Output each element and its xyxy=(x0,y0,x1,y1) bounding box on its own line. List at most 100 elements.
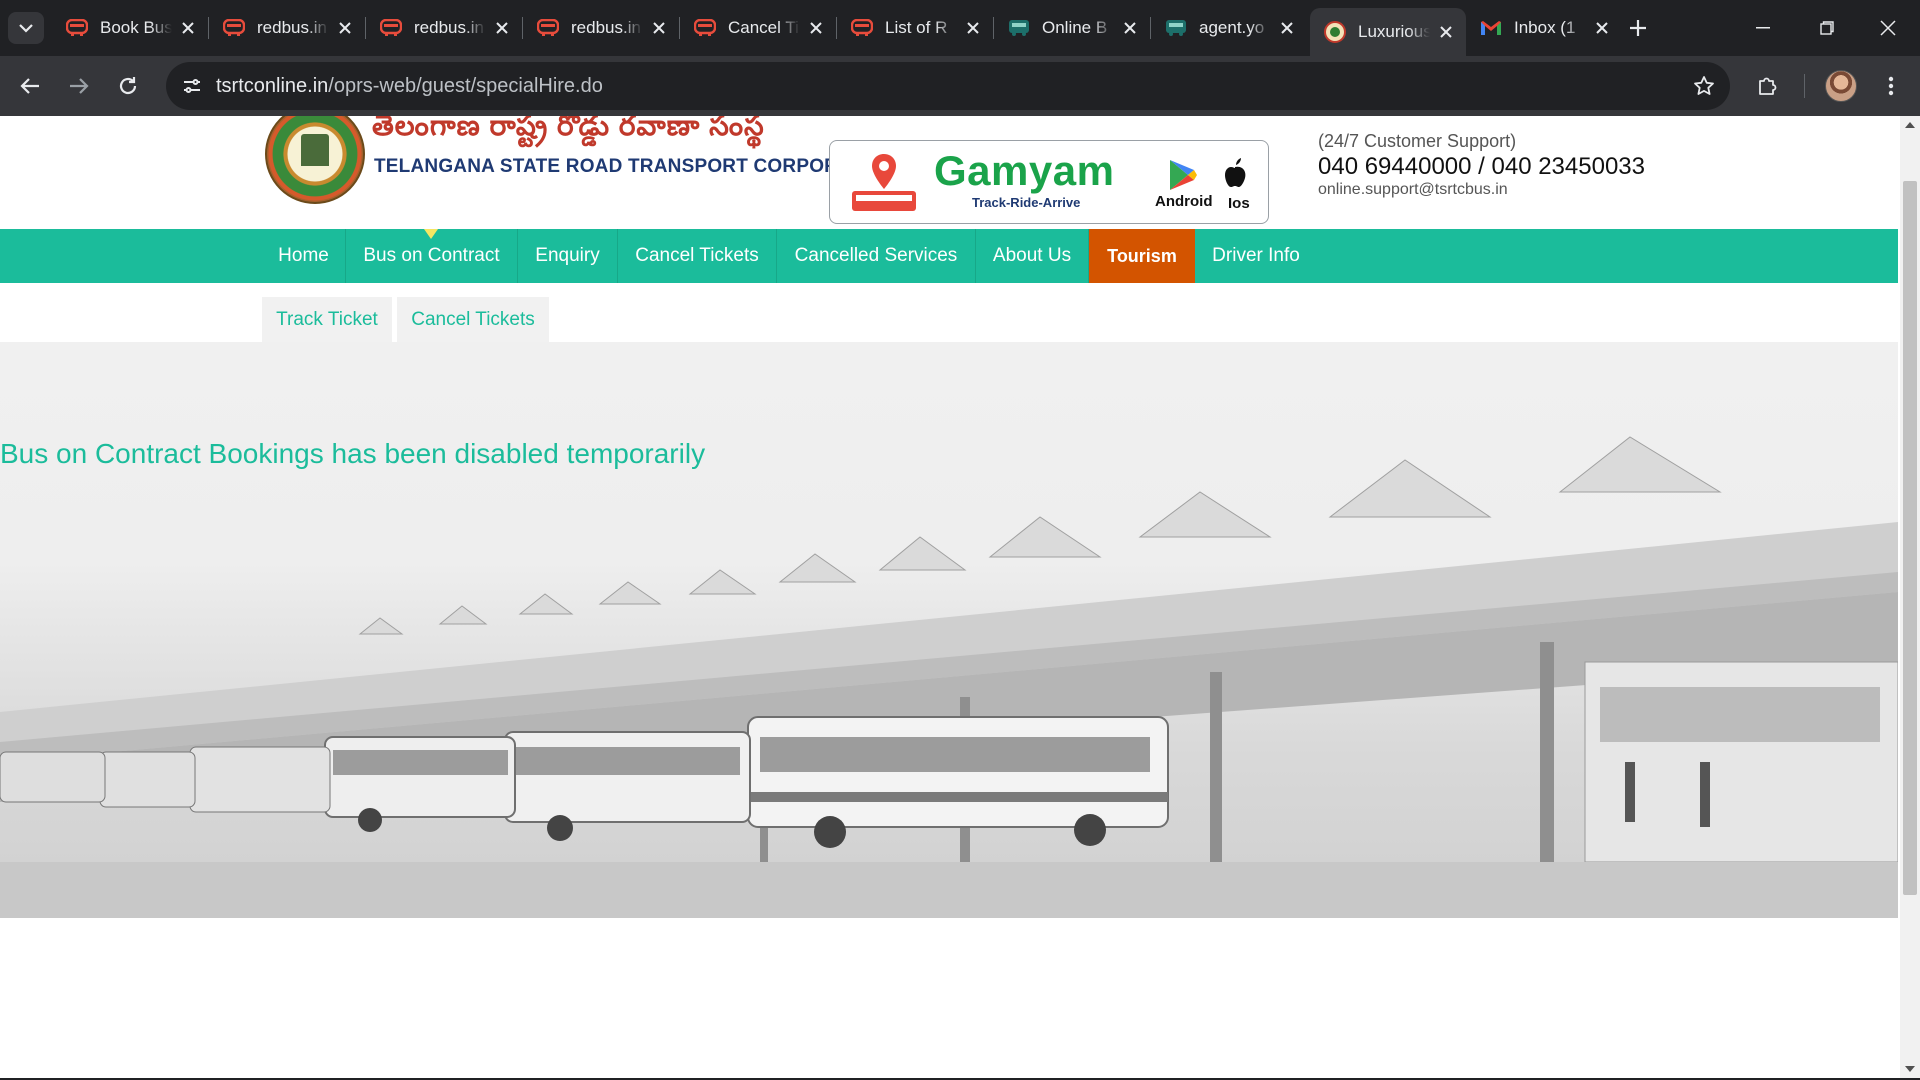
close-icon[interactable] xyxy=(649,18,669,38)
gamyam-app-banner[interactable]: Gamyam Track-Ride-Arrive Android Ios xyxy=(829,140,1269,224)
browser-tab-active[interactable]: Luxurious xyxy=(1310,8,1466,56)
nav-tourism[interactable]: Tourism xyxy=(1089,229,1195,283)
extensions-button[interactable] xyxy=(1748,66,1788,106)
close-icon[interactable] xyxy=(1277,18,1297,38)
scroll-down-arrow-icon[interactable] xyxy=(1900,1060,1920,1078)
support-phone: 040 69440000 / 040 23450033 xyxy=(1318,153,1645,180)
bus-icon xyxy=(1165,17,1187,39)
bookmark-button[interactable] xyxy=(1690,72,1718,100)
gamyam-tagline: Track-Ride-Arrive xyxy=(972,195,1081,210)
tune-icon xyxy=(184,79,200,93)
tab-title: agent.yo xyxy=(1199,18,1265,37)
redbus-icon xyxy=(380,17,402,39)
star-icon xyxy=(1694,76,1714,95)
nav-cancel-tickets[interactable]: Cancel Tickets xyxy=(618,229,777,283)
more-vertical-icon xyxy=(1888,76,1894,96)
address-bar[interactable]: tsrtconline.in/oprs-web/guest/specialHir… xyxy=(166,62,1730,110)
tab-search-button[interactable] xyxy=(8,12,44,44)
close-window-button[interactable] xyxy=(1856,0,1920,56)
close-icon[interactable] xyxy=(1592,18,1612,38)
support-label: (24/7 Customer Support) xyxy=(1318,131,1517,151)
forward-button[interactable] xyxy=(59,66,99,106)
url-path: /oprs-web/guest/specialHire.do xyxy=(328,75,603,97)
profile-avatar[interactable] xyxy=(1825,70,1857,102)
tab-title: Book Bus Tickets xyxy=(100,18,172,37)
reload-icon xyxy=(119,77,137,95)
bus-icon xyxy=(1008,17,1030,39)
page-viewport: తెలంగాణ రాష్ట్ర రోడ్డు రవాణా సంస్థ TELAN… xyxy=(0,116,1920,1078)
redbus-icon xyxy=(537,17,559,39)
close-icon xyxy=(1880,20,1896,36)
redbus-icon xyxy=(851,17,873,39)
tsrtc-logo-icon xyxy=(1324,21,1346,43)
new-tab-button[interactable] xyxy=(1622,12,1654,44)
gmail-icon xyxy=(1480,17,1502,39)
redbus-icon xyxy=(694,17,716,39)
close-icon[interactable] xyxy=(335,18,355,38)
site-info-button[interactable] xyxy=(176,70,208,102)
scrollbar-thumb[interactable] xyxy=(1903,181,1917,895)
close-icon[interactable] xyxy=(1120,18,1140,38)
puzzle-icon xyxy=(1759,77,1777,95)
telugu-title: తెలంగాణ రాష్ట్ర రోడ్డు రవాణా సంస్థ xyxy=(372,116,765,141)
browser-tab[interactable]: redbus.in xyxy=(523,8,679,48)
tab-title: redbus.in xyxy=(571,18,641,37)
close-icon[interactable] xyxy=(806,18,826,38)
toolbar-divider xyxy=(1804,74,1805,98)
site-header: తెలంగాణ రాష్ట్ర రోడ్డు రవాణా సంస్థ TELAN… xyxy=(0,116,1898,229)
browser-toolbar: tsrtconline.in/oprs-web/guest/specialHir… xyxy=(0,56,1920,116)
close-icon[interactable] xyxy=(1436,22,1456,42)
browser-tab-strip: Book Bus Tickets redbus.in redbus.in red… xyxy=(0,0,1920,56)
tab-title: Inbox (1 xyxy=(1514,18,1576,37)
nav-cancelled-services[interactable]: Cancelled Services xyxy=(777,229,976,283)
tsrtc-logo[interactable] xyxy=(265,116,365,204)
minimize-icon xyxy=(1756,27,1770,29)
page-scrollbar[interactable] xyxy=(1900,116,1920,1078)
browser-tab[interactable]: redbus.in xyxy=(366,8,522,48)
browser-tab[interactable]: Inbox (1 xyxy=(1466,8,1622,48)
apple-icon[interactable] xyxy=(1220,157,1250,191)
main-nav: Home Bus on Contract Enquiry Cancel Tick… xyxy=(0,229,1898,283)
minimize-button[interactable] xyxy=(1731,0,1795,56)
browser-tab[interactable]: Book Bus Tickets xyxy=(52,8,208,48)
browser-tab[interactable]: redbus.in xyxy=(209,8,365,48)
support-email[interactable]: online.support@tsrtcbus.in xyxy=(1318,181,1508,199)
android-label: Android xyxy=(1155,193,1213,210)
redbus-icon xyxy=(66,17,88,39)
close-icon[interactable] xyxy=(178,18,198,38)
browser-tab[interactable]: List of R xyxy=(837,8,993,48)
subnav-track-ticket[interactable]: Track Ticket xyxy=(262,297,392,343)
close-icon[interactable] xyxy=(963,18,983,38)
redbus-icon xyxy=(223,17,245,39)
restore-button[interactable] xyxy=(1795,0,1859,56)
subnav-cancel-tickets[interactable]: Cancel Tickets xyxy=(397,297,549,343)
browser-menu-button[interactable] xyxy=(1871,66,1911,106)
ios-label: Ios xyxy=(1228,195,1250,212)
nav-enquiry[interactable]: Enquiry xyxy=(518,229,618,283)
arrow-right-icon xyxy=(70,78,89,94)
gamyam-name: Gamyam xyxy=(934,147,1115,194)
tab-title: redbus.in xyxy=(414,18,484,37)
active-nav-indicator xyxy=(424,229,438,239)
hero-bus-station-image: Bus on Contract Bookings has been disabl… xyxy=(0,342,1898,918)
close-icon[interactable] xyxy=(492,18,512,38)
browser-tab[interactable]: Cancel Ticket xyxy=(680,8,836,48)
tab-title: Luxurious xyxy=(1358,22,1430,41)
tab-title: Online B xyxy=(1042,18,1108,37)
url-text[interactable]: tsrtconline.in/oprs-web/guest/specialHir… xyxy=(216,62,603,110)
bus-station-illustration xyxy=(0,436,1898,918)
url-domain: tsrtconline.in xyxy=(216,75,329,97)
back-button[interactable] xyxy=(10,66,50,106)
tab-title: Cancel Ticket xyxy=(728,18,800,37)
nav-driver-info[interactable]: Driver Info xyxy=(1195,229,1317,283)
disabled-notice: Bus on Contract Bookings has been disabl… xyxy=(0,438,706,469)
browser-tab[interactable]: Online B xyxy=(994,8,1150,48)
chevron-down-icon xyxy=(19,23,33,33)
browser-tab[interactable]: agent.yo xyxy=(1151,8,1307,48)
google-play-icon[interactable] xyxy=(1168,159,1198,191)
scroll-up-arrow-icon[interactable] xyxy=(1900,116,1920,134)
nav-about-us[interactable]: About Us xyxy=(976,229,1089,283)
nav-home[interactable]: Home xyxy=(262,229,346,283)
reload-button[interactable] xyxy=(108,66,148,106)
map-pin-icon xyxy=(872,154,896,189)
